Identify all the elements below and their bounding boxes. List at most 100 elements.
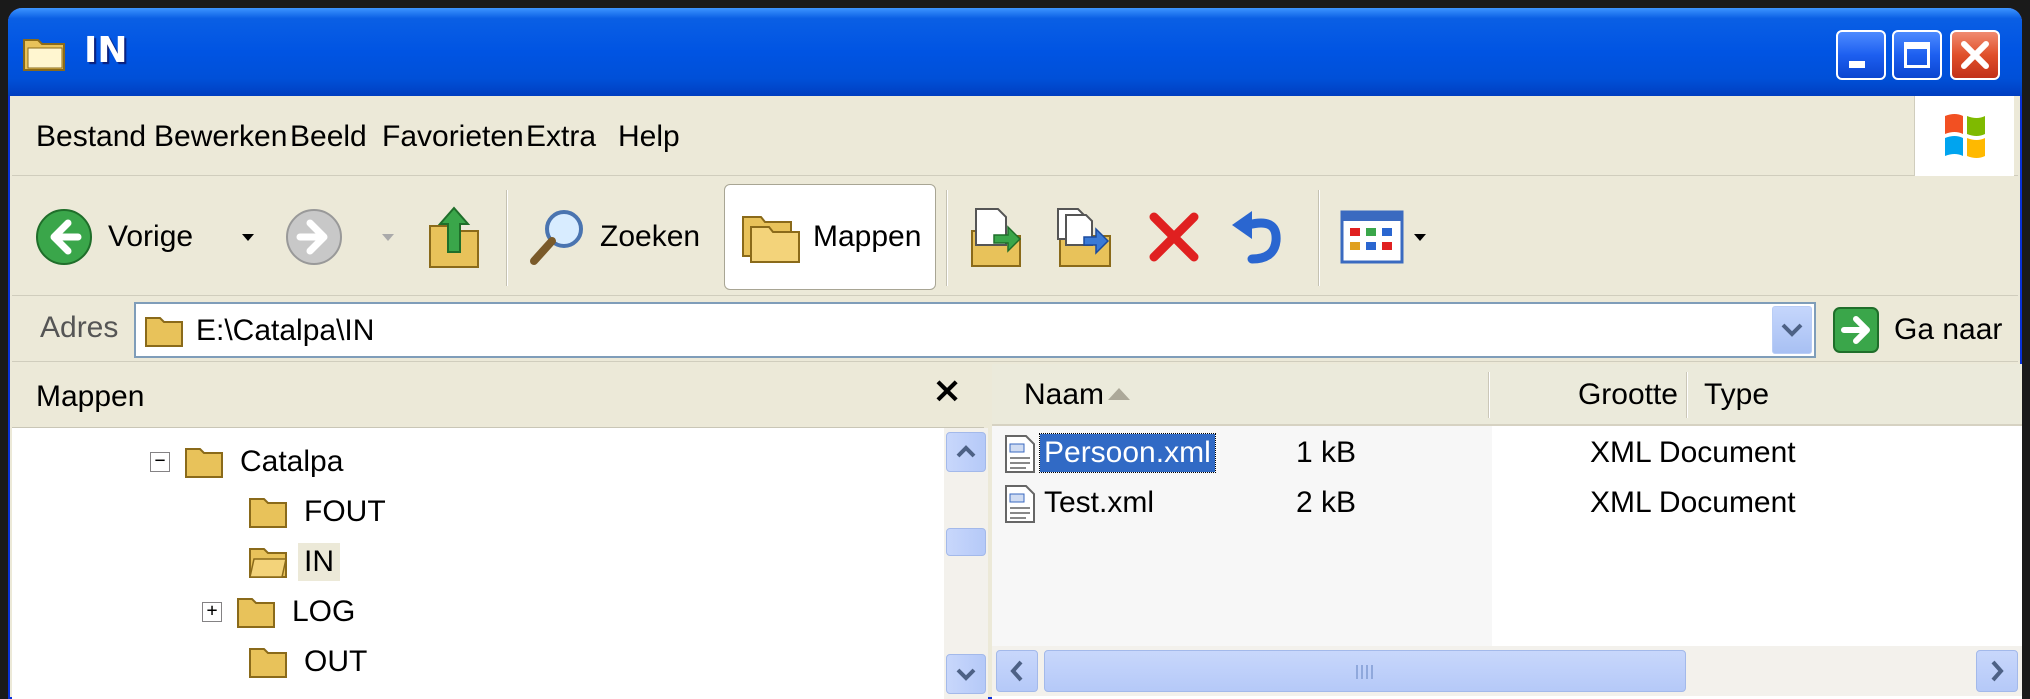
- file-list-pane: Naam Grootte Type Persoon.xml 1 kB XML D…: [992, 364, 2022, 699]
- forward-button[interactable]: [284, 184, 344, 290]
- folders-label: Mappen: [813, 220, 922, 253]
- delete-button[interactable]: [1144, 184, 1204, 290]
- back-button[interactable]: Vorige: [34, 184, 193, 290]
- file-row[interactable]: Persoon.xml 1 kB XML Document: [992, 430, 2022, 478]
- up-folder-button[interactable]: [424, 184, 484, 290]
- column-headers: Naam Grootte Type: [992, 364, 2022, 426]
- standard-toolbar: Vorige Zoeken Mappen: [12, 176, 2018, 296]
- chevron-right-icon: [1991, 660, 2004, 682]
- folder-tree: − Catalpa FOUT IN + LOG OUT: [12, 428, 940, 699]
- tree-item-label: FOUT: [304, 495, 386, 528]
- address-bar: Adres E:\Catalpa\IN Ga naar: [12, 296, 2018, 362]
- collapse-toggle[interactable]: −: [150, 452, 170, 472]
- delete-icon: [1149, 212, 1199, 262]
- tree-item-in[interactable]: IN: [248, 538, 340, 586]
- chevron-left-icon: [1010, 660, 1023, 682]
- folders-pane: Mappen × − Catalpa FOUT IN + LOG OUT: [12, 364, 988, 699]
- menu-bestand[interactable]: Bestand: [36, 120, 146, 154]
- folder-icon: [185, 448, 223, 478]
- menu-favorieten[interactable]: Favorieten: [382, 120, 524, 154]
- column-header-name[interactable]: Naam: [1024, 378, 1104, 412]
- maximize-button[interactable]: [1892, 30, 1942, 80]
- minimize-icon: [1849, 61, 1865, 68]
- move-to-button[interactable]: [966, 184, 1026, 290]
- file-size: 2 kB: [1295, 486, 1356, 519]
- back-label: Vorige: [108, 220, 194, 253]
- explorer-window: IN Bestand Bewerken Beeld Favorieten Ext…: [8, 8, 2022, 699]
- views-dropdown[interactable]: [1414, 234, 1426, 241]
- go-button[interactable]: Ga naar: [1832, 304, 2002, 356]
- go-label: Ga naar: [1894, 313, 2003, 346]
- menu-bar: Bestand Bewerken Beeld Favorieten Extra …: [12, 96, 2018, 176]
- tree-item-catalpa[interactable]: − Catalpa: [150, 438, 349, 486]
- folder-icon: [249, 648, 287, 678]
- menu-bewerken[interactable]: Bewerken: [154, 120, 287, 154]
- maximize-icon: [1904, 42, 1930, 68]
- file-size: 1 kB: [1295, 436, 1356, 469]
- menu-help[interactable]: Help: [618, 120, 680, 154]
- folders-pane-header: Mappen ×: [12, 364, 984, 428]
- folder-icon: [249, 498, 287, 528]
- copy-to-button[interactable]: [1052, 184, 1116, 290]
- chevron-up-icon: [956, 445, 976, 458]
- tree-item-label: OUT: [304, 645, 368, 678]
- address-input[interactable]: E:\Catalpa\IN: [134, 302, 1816, 358]
- vertical-scrollbar[interactable]: [944, 428, 988, 699]
- folders-toggle-button[interactable]: Mappen: [724, 184, 937, 290]
- windows-flag-icon: [1945, 114, 1985, 158]
- address-path: E:\Catalpa\IN: [196, 314, 375, 347]
- file-name: Persoon.xml: [1039, 433, 1216, 473]
- grip-icon: [1356, 665, 1373, 679]
- go-arrow-icon: [1833, 307, 1879, 353]
- sort-ascending-icon: [1108, 388, 1130, 400]
- back-history-dropdown[interactable]: [242, 234, 254, 241]
- scroll-thumb[interactable]: [946, 528, 986, 556]
- undo-icon: [1232, 211, 1281, 264]
- folder-icon: [23, 39, 65, 71]
- back-arrow-icon: [36, 209, 92, 265]
- folder-icon: [145, 317, 183, 347]
- search-button[interactable]: Zoeken: [526, 184, 700, 290]
- scroll-thumb[interactable]: [1044, 650, 1686, 692]
- toolbar-separator: [506, 190, 508, 286]
- open-folder-icon: [249, 548, 287, 578]
- tree-item-label: LOG: [292, 595, 356, 628]
- tree-item-out[interactable]: OUT: [248, 638, 373, 686]
- column-divider[interactable]: [1686, 372, 1688, 418]
- tree-item-fout[interactable]: FOUT: [248, 488, 392, 536]
- scroll-up-button[interactable]: [946, 432, 986, 472]
- toolbar-separator: [1318, 190, 1320, 286]
- scroll-right-button[interactable]: [1976, 650, 2018, 692]
- forward-history-dropdown[interactable]: [382, 234, 394, 241]
- undo-button[interactable]: [1228, 184, 1288, 290]
- address-dropdown-button[interactable]: [1772, 306, 1812, 354]
- views-button[interactable]: [1340, 184, 1404, 290]
- expand-toggle[interactable]: +: [202, 602, 222, 622]
- minimize-button[interactable]: [1836, 30, 1886, 80]
- menu-extra[interactable]: Extra: [526, 120, 596, 154]
- scroll-left-button[interactable]: [996, 650, 1038, 692]
- folders-icon: [742, 216, 800, 263]
- folder-up-icon: [429, 206, 479, 268]
- tree-item-label: IN: [298, 543, 340, 581]
- close-pane-icon[interactable]: ×: [932, 370, 962, 411]
- file-type: XML Document: [1590, 436, 1796, 469]
- menu-beeld[interactable]: Beeld: [290, 120, 367, 154]
- tree-item-label: Catalpa: [240, 445, 344, 478]
- close-icon: [1961, 41, 1989, 69]
- file-row[interactable]: Test.xml 2 kB XML Document: [992, 480, 2022, 528]
- scroll-down-button[interactable]: [946, 654, 986, 694]
- close-button[interactable]: [1950, 30, 2000, 80]
- windows-logo: [1914, 96, 2014, 176]
- chevron-down-icon: [956, 668, 976, 681]
- folder-icon: [237, 598, 275, 628]
- column-header-type[interactable]: Type: [1704, 378, 1769, 412]
- title-bar[interactable]: IN: [8, 8, 2022, 96]
- search-icon: [530, 210, 583, 265]
- address-label: Adres: [40, 311, 119, 344]
- tree-item-log[interactable]: + LOG: [202, 588, 361, 636]
- chevron-down-icon: [1781, 323, 1803, 337]
- column-divider[interactable]: [1488, 372, 1490, 418]
- column-header-size[interactable]: Grootte: [1500, 378, 1678, 412]
- horizontal-scrollbar[interactable]: [992, 646, 2022, 696]
